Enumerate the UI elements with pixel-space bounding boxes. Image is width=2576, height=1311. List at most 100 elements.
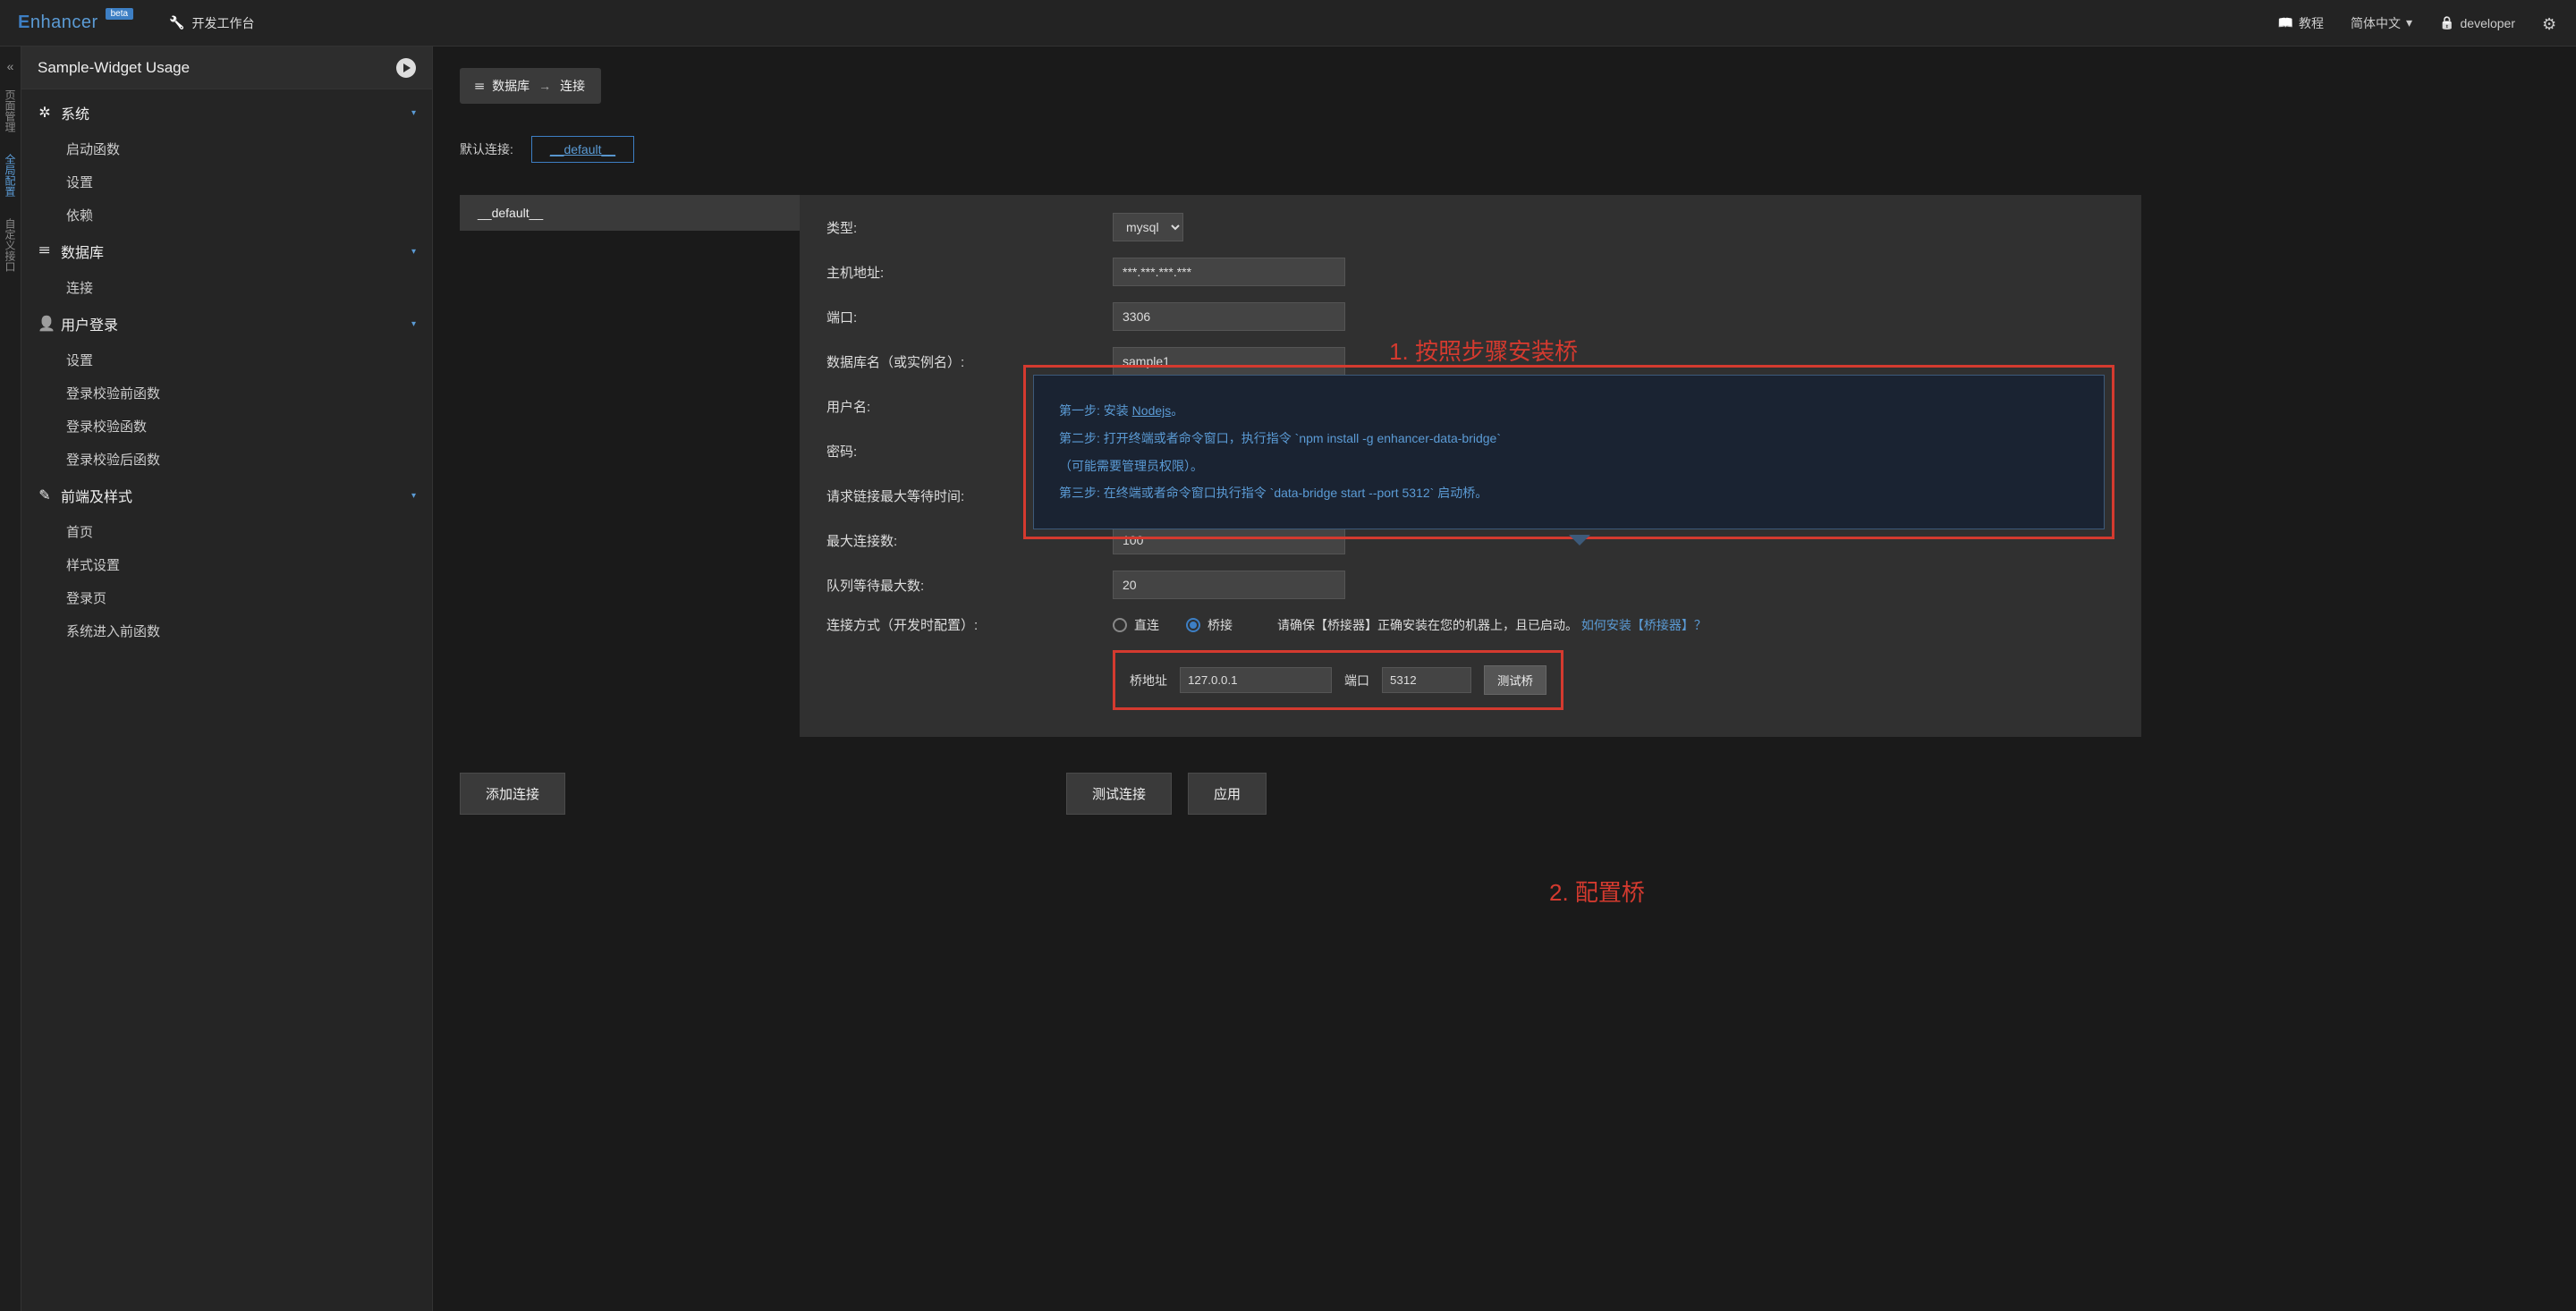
language-selector[interactable]: 简体中文 ▾ — [2351, 14, 2412, 32]
logo: Enhancer — [18, 13, 98, 33]
content-area: 数据库 → 连接 默认连接: __default__ __default__ 类… — [433, 47, 2576, 1311]
default-conn-link[interactable]: __default__ — [531, 136, 634, 163]
beta-badge: beta — [106, 8, 133, 20]
mode-direct-label: 直连 — [1134, 616, 1159, 634]
connection-form: 类型: mysql 主机地址: 端口: 数据库名（或实例名）: — [800, 195, 2141, 737]
side-strip: « 页面管理 全局配置 自定义接口 — [0, 47, 21, 1311]
tree-item-login-page[interactable]: 登录页 — [21, 581, 432, 614]
sidebar: Sample-Widget Usage ✲ 系统 ▾ 启动函数 设置 依赖 — [21, 47, 433, 1311]
bridge-addr-input[interactable] — [1180, 667, 1332, 693]
user-menu[interactable]: developer — [2439, 15, 2515, 30]
bridge-install-tooltip: 第一步: 安装 Nodejs。 第二步: 打开终端或者命令窗口，执行指令 `np… — [1023, 365, 2114, 539]
tooltip-step2: 第二步: 打开终端或者命令窗口，执行指令 `npm install -g enh… — [1059, 425, 2079, 453]
tree-item-startup-fn[interactable]: 启动函数 — [21, 132, 432, 165]
group-userlogin[interactable]: 用户登录 ▾ — [21, 304, 432, 343]
tooltip-step1-prefix: 第一步: 安装 — [1059, 403, 1132, 418]
bridge-port-input[interactable] — [1382, 667, 1471, 693]
install-bridge-link[interactable]: 如何安装【桥接器】？ — [1581, 618, 1707, 632]
settings-button[interactable] — [2542, 15, 2558, 31]
tutorial-link[interactable]: 教程 — [2278, 14, 2324, 32]
port-input[interactable] — [1113, 302, 1345, 331]
mode-bridge-label: 桥接 — [1208, 616, 1233, 634]
annotation-1: 1. 按照步骤安装桥 — [1389, 334, 1578, 367]
add-connection-button[interactable]: 添加连接 — [460, 773, 565, 815]
conn-tab-default[interactable]: __default__ — [460, 195, 800, 233]
connection-tabs: __default__ — [460, 195, 800, 233]
group-system[interactable]: ✲ 系统 ▾ — [21, 93, 432, 132]
nodejs-link[interactable]: Nodejs — [1132, 403, 1172, 418]
mode-direct-radio[interactable]: 直连 — [1113, 616, 1159, 634]
tooltip-step3: 第三步: 在终端或者命令窗口执行指令 `data-bridge start --… — [1059, 479, 2079, 507]
tooltip-pointer-icon — [1569, 535, 1590, 546]
database-icon — [476, 79, 483, 93]
test-connection-button[interactable]: 测试连接 — [1066, 773, 1172, 815]
tree-item-pre-login-fn[interactable]: 登录校验前函数 — [21, 376, 432, 410]
host-label: 主机地址: — [826, 263, 1113, 282]
tree-item-post-login-fn[interactable]: 登录校验后函数 — [21, 443, 432, 476]
radio-icon — [1113, 618, 1127, 632]
chevron-down-icon: ▾ — [411, 319, 416, 329]
play-icon[interactable] — [396, 58, 416, 78]
breadcrumb-page: 连接 — [560, 77, 585, 95]
user-icon — [38, 315, 52, 333]
collapse-sidebar-button[interactable]: « — [7, 54, 14, 79]
queue-input[interactable] — [1113, 571, 1345, 599]
gear-icon — [2542, 15, 2558, 31]
tree-item-login-fn[interactable]: 登录校验函数 — [21, 410, 432, 443]
vtab-custom-api[interactable]: 自定义接口 — [1, 207, 20, 283]
tooltip-step1-suffix: 。 — [1171, 403, 1183, 418]
vtab-global-config[interactable]: 全局配置 — [1, 143, 20, 207]
arrow-right-icon: → — [538, 79, 551, 93]
tree-item-deps[interactable]: 依赖 — [21, 199, 432, 232]
tutorial-label: 教程 — [2299, 14, 2324, 32]
type-label: 类型: — [826, 218, 1113, 237]
type-select[interactable]: mysql — [1113, 213, 1183, 241]
chevron-down-icon: ▾ — [411, 491, 416, 501]
gear-icon: ✲ — [38, 104, 52, 122]
radio-checked-icon — [1186, 618, 1200, 632]
chevron-down-icon: ▾ — [411, 108, 416, 118]
tooltip-step2-note: （可能需要管理员权限）。 — [1059, 453, 2079, 480]
group-label: 用户登录 — [61, 313, 118, 334]
chevron-down-icon: ▾ — [2406, 15, 2412, 30]
project-header: Sample-Widget Usage — [21, 47, 432, 89]
wrench-icon — [169, 15, 184, 30]
bridge-port-label: 端口 — [1344, 672, 1369, 689]
bridge-addr-label: 桥地址 — [1130, 672, 1167, 689]
lock-icon — [2439, 15, 2454, 30]
tree-item-login-settings[interactable]: 设置 — [21, 343, 432, 376]
workbench-label: 开发工作台 — [192, 14, 255, 32]
tree-item-style[interactable]: 样式设置 — [21, 548, 432, 581]
group-label: 系统 — [61, 102, 89, 123]
vtab-page-mgmt[interactable]: 页面管理 — [1, 79, 20, 143]
mode-bridge-radio[interactable]: 桥接 — [1186, 616, 1233, 634]
group-frontend[interactable]: 前端及样式 ▾ — [21, 476, 432, 515]
language-label: 简体中文 — [2351, 14, 2401, 32]
workbench-link[interactable]: 开发工作台 — [169, 14, 254, 32]
queue-label: 队列等待最大数: — [826, 576, 1113, 595]
topbar: Enhancer beta 开发工作台 教程 简体中文 ▾ developer — [0, 0, 2576, 47]
tree-item-home[interactable]: 首页 — [21, 515, 432, 548]
bridge-config-box: 桥地址 端口 测试桥 — [1113, 650, 1563, 710]
chevron-down-icon: ▾ — [411, 247, 416, 257]
database-icon — [38, 243, 52, 259]
group-database[interactable]: 数据库 ▾ — [21, 232, 432, 271]
user-label: developer — [2461, 16, 2516, 30]
sidebar-tree: ✲ 系统 ▾ 启动函数 设置 依赖 数据库 ▾ 连接 — [21, 89, 432, 1311]
tree-item-connection[interactable]: 连接 — [21, 271, 432, 304]
annotation-2: 2. 配置桥 — [1549, 875, 1645, 908]
apply-button[interactable]: 应用 — [1188, 773, 1267, 815]
brush-icon — [38, 486, 52, 504]
project-name: Sample-Widget Usage — [38, 59, 190, 77]
port-label: 端口: — [826, 308, 1113, 326]
group-label: 前端及样式 — [61, 485, 132, 506]
default-conn-label: 默认连接: — [460, 140, 513, 158]
tree-item-preenter-fn[interactable]: 系统进入前函数 — [21, 614, 432, 647]
mode-label: 连接方式（开发时配置）: — [826, 615, 1113, 634]
test-bridge-button[interactable]: 测试桥 — [1484, 665, 1546, 695]
group-label: 数据库 — [61, 241, 104, 262]
book-icon — [2278, 15, 2293, 30]
host-input[interactable] — [1113, 258, 1345, 286]
breadcrumb-section: 数据库 — [492, 77, 530, 95]
tree-item-settings[interactable]: 设置 — [21, 165, 432, 199]
